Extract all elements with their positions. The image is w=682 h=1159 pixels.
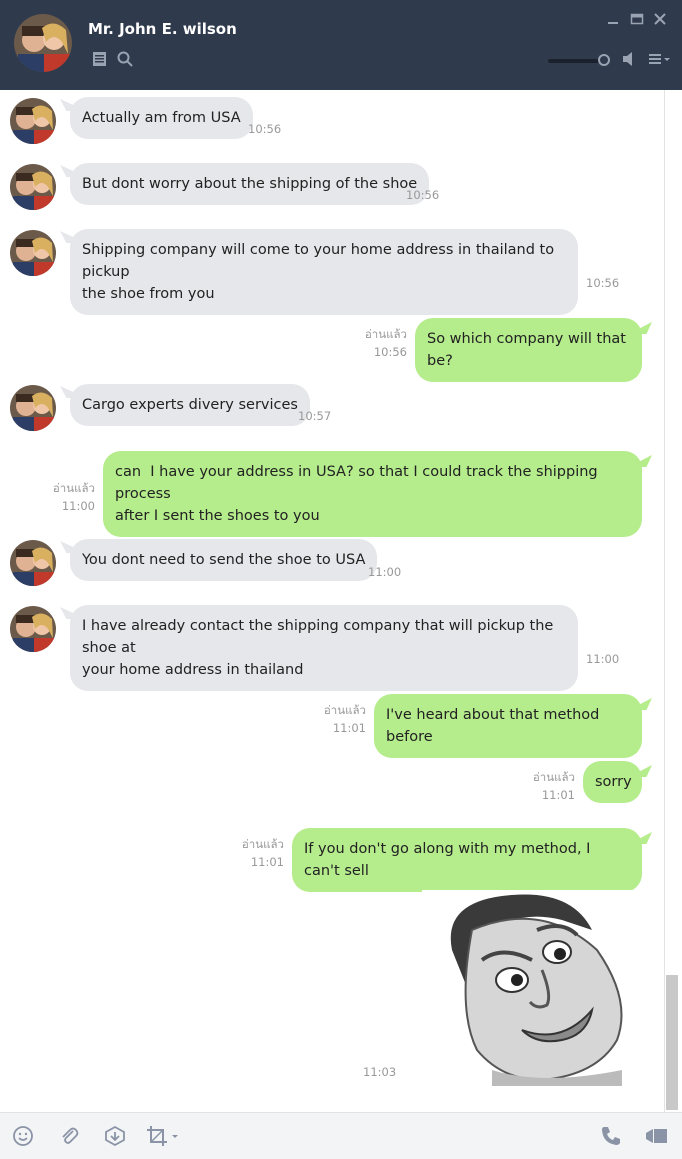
read-status: อ่านแล้ว 11:01 bbox=[207, 835, 284, 871]
input-toolbar bbox=[0, 1112, 682, 1159]
video-call-icon[interactable] bbox=[645, 1125, 669, 1152]
crop-icon[interactable] bbox=[146, 1125, 182, 1152]
read-status: อ่านแล้ว 10:56 bbox=[330, 325, 407, 361]
message-time: 11:00 bbox=[368, 565, 402, 579]
contact-avatar-small[interactable] bbox=[10, 606, 56, 652]
minimize-icon[interactable] bbox=[606, 12, 620, 29]
message-time: 10:56 bbox=[248, 122, 282, 136]
message-bubble-outgoing[interactable]: sorry bbox=[583, 761, 642, 803]
message-bubble-incoming[interactable]: But dont worry about the shipping of the… bbox=[70, 163, 430, 205]
message-bubble-incoming[interactable]: Cargo experts divery services bbox=[70, 384, 310, 426]
download-icon[interactable] bbox=[104, 1125, 126, 1152]
contact-avatar-small[interactable] bbox=[10, 164, 56, 210]
message-time: 10:56 bbox=[373, 345, 407, 359]
message-bubble-incoming[interactable]: Actually am from USA bbox=[70, 97, 253, 139]
read-label: อ่านแล้ว bbox=[364, 327, 407, 341]
message-time: 11:01 bbox=[332, 721, 366, 735]
search-icon[interactable] bbox=[117, 51, 133, 71]
message-bubble-outgoing[interactable]: So which company will that be? bbox=[415, 318, 642, 382]
message-time: 11:03 bbox=[363, 1065, 397, 1079]
attach-icon[interactable] bbox=[58, 1125, 80, 1152]
message-time: 11:01 bbox=[541, 788, 575, 802]
volume-slider-knob[interactable] bbox=[598, 54, 610, 66]
scrollbar-track[interactable] bbox=[664, 90, 682, 1112]
contact-avatar-small[interactable] bbox=[10, 540, 56, 586]
read-label: อ่านแล้ว bbox=[532, 770, 575, 784]
message-time: 10:56 bbox=[586, 276, 620, 290]
face-sticker[interactable] bbox=[422, 890, 636, 1086]
emoji-icon[interactable] bbox=[12, 1125, 34, 1152]
contact-avatar-small[interactable] bbox=[10, 385, 56, 431]
maximize-icon[interactable] bbox=[630, 12, 644, 29]
message-time: 11:01 bbox=[250, 855, 284, 869]
contact-avatar-small[interactable] bbox=[10, 98, 56, 144]
message-bubble-incoming[interactable]: You dont need to send the shoe to USA bbox=[70, 539, 378, 581]
contact-name: Mr. John E. wilson bbox=[88, 20, 237, 38]
close-icon[interactable] bbox=[653, 12, 667, 29]
chat-header: Mr. John E. wilson bbox=[0, 0, 682, 90]
scrollbar-thumb[interactable] bbox=[666, 975, 678, 1110]
message-time: 11:00 bbox=[61, 499, 95, 513]
message-time: 11:00 bbox=[586, 652, 620, 666]
phone-icon[interactable] bbox=[600, 1125, 622, 1152]
contact-avatar[interactable] bbox=[14, 14, 72, 72]
menu-icon[interactable] bbox=[648, 51, 672, 71]
message-bubble-incoming[interactable]: I have already contact the shipping comp… bbox=[70, 605, 578, 691]
message-bubble-outgoing[interactable]: If you don't go along with my method, I … bbox=[292, 828, 642, 892]
read-label: อ่านแล้ว bbox=[52, 481, 95, 495]
read-label: อ่านแล้ว bbox=[241, 837, 284, 851]
message-bubble-outgoing[interactable]: can I have your address in USA? so that … bbox=[103, 451, 642, 537]
notes-icon[interactable] bbox=[92, 51, 107, 71]
read-label: อ่านแล้ว bbox=[323, 703, 366, 717]
message-bubble-incoming[interactable]: Shipping company will come to your home … bbox=[70, 229, 578, 315]
read-status: อ่านแล้ว 11:01 bbox=[289, 701, 366, 737]
contact-avatar-small[interactable] bbox=[10, 230, 56, 276]
message-bubble-outgoing[interactable]: I've heard about that method before bbox=[374, 694, 642, 758]
speaker-icon[interactable] bbox=[622, 51, 638, 71]
message-time: 10:57 bbox=[298, 409, 332, 423]
read-status: อ่านแล้ว 11:01 bbox=[498, 768, 575, 804]
message-time: 10:56 bbox=[406, 188, 440, 202]
read-status: อ่านแล้ว 11:00 bbox=[18, 479, 95, 515]
